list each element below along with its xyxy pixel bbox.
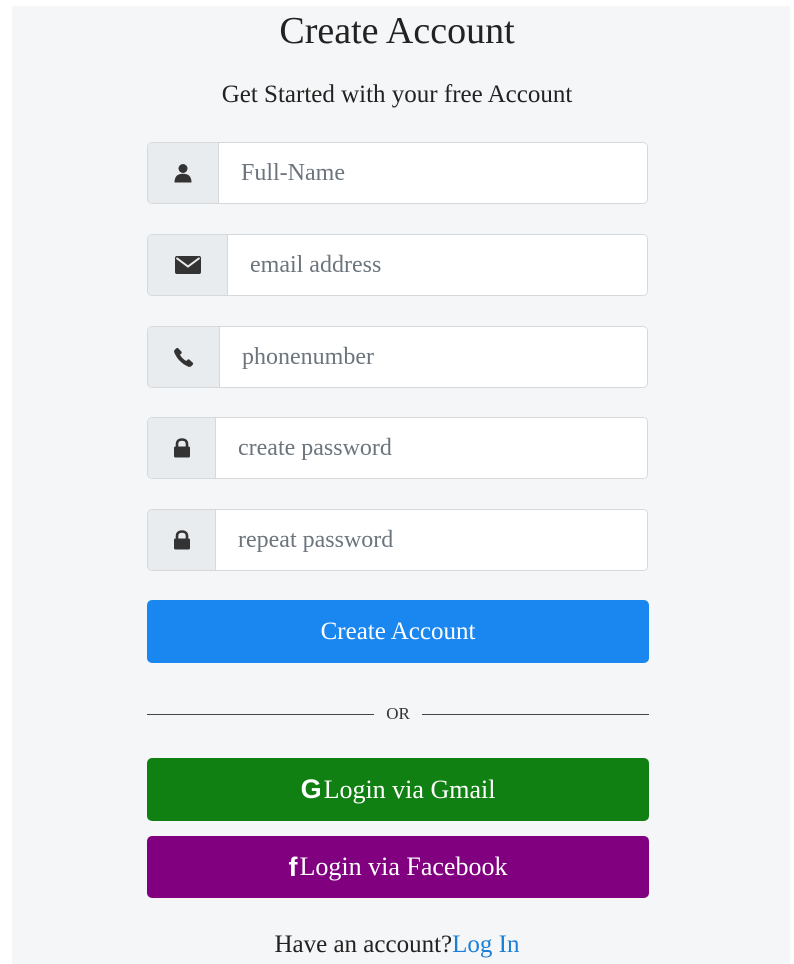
or-divider: OR [147, 700, 649, 728]
or-label: OR [386, 704, 410, 723]
email-addon [148, 235, 228, 295]
google-icon: G [300, 774, 322, 804]
phone-icon [173, 347, 194, 367]
divider-line-right [421, 713, 649, 715]
create-password-input[interactable] [216, 418, 647, 478]
login-facebook-button[interactable]: f Login via Facebook [147, 836, 649, 898]
password-field-group [147, 417, 648, 479]
password-addon [148, 418, 216, 478]
repeat-password-field-group [147, 509, 648, 571]
envelope-icon [174, 256, 201, 274]
divider-line-left [147, 713, 375, 715]
lock-icon [173, 438, 191, 458]
login-gmail-button[interactable]: G Login via Gmail [147, 758, 649, 821]
full-name-addon [148, 143, 219, 203]
login-facebook-label: Login via Facebook [299, 852, 508, 881]
phone-addon [148, 327, 220, 387]
repeat-password-input[interactable] [216, 510, 647, 570]
login-gmail-label: Login via Gmail [323, 774, 496, 804]
have-account-text: Have an account? [274, 931, 453, 958]
email-input[interactable] [228, 235, 647, 295]
login-link[interactable]: Log In [452, 931, 519, 958]
page-subtitle: Get Started with your free Account [221, 81, 573, 108]
account-prompt: Have an account?Log In [0, 930, 794, 960]
phone-input[interactable] [220, 327, 647, 387]
facebook-icon: f [288, 851, 298, 882]
email-field-group [147, 234, 648, 296]
create-account-label: Create Account [320, 617, 476, 645]
full-name-input[interactable] [219, 143, 647, 203]
phone-field-group [147, 326, 648, 388]
repeat-password-addon [148, 510, 216, 570]
create-account-button[interactable]: Create Account [147, 600, 649, 663]
page-title: Create Account [279, 10, 515, 52]
user-icon [173, 163, 193, 183]
full-name-field-group [147, 142, 648, 204]
lock-icon [173, 530, 191, 550]
